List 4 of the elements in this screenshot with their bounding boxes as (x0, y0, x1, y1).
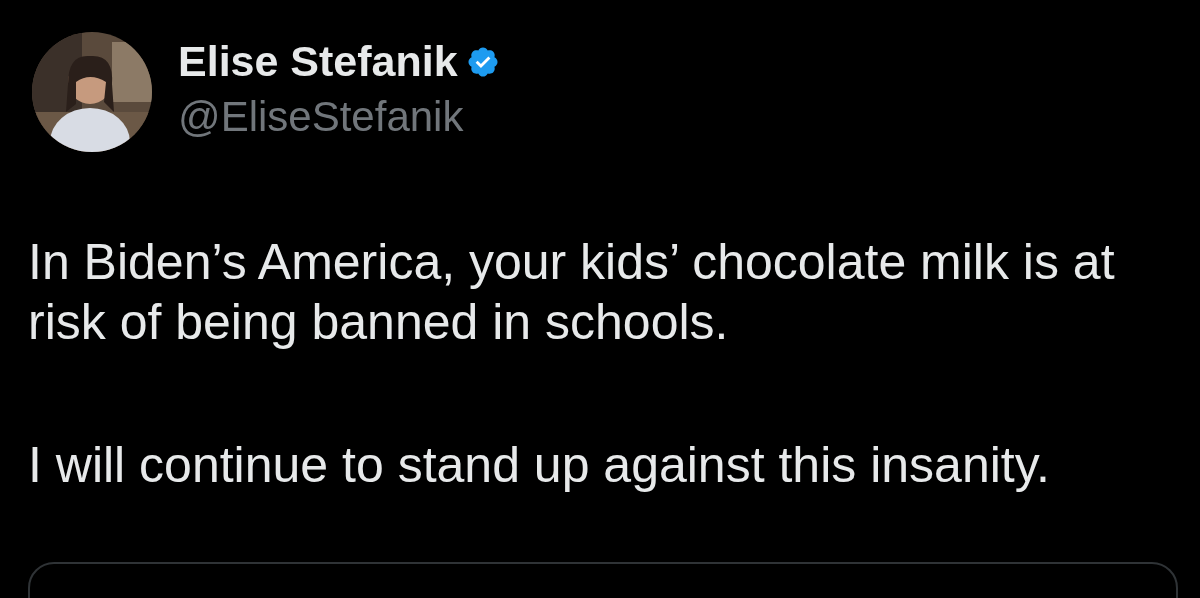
post-text: I will continue to stand up against this insanity. (28, 436, 1051, 495)
author-handle[interactable]: @EliseStefanik (178, 93, 500, 141)
author-name[interactable]: Elise Stefanik (178, 37, 458, 86)
post-text: In Biden’s America, your kids’ chocolate milk is at risk of being banned in schools. (28, 233, 1116, 352)
